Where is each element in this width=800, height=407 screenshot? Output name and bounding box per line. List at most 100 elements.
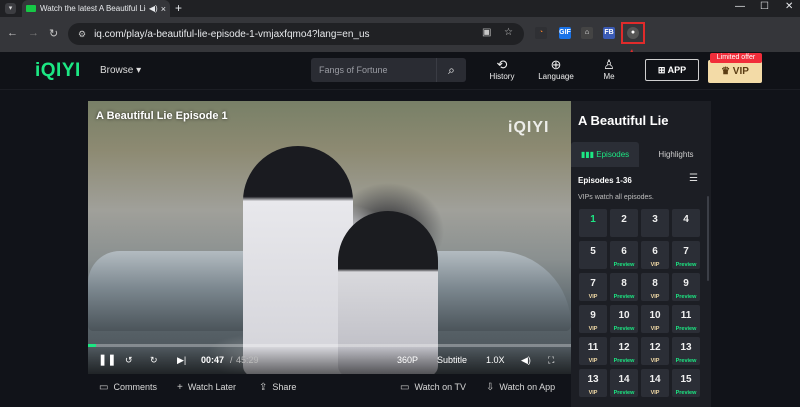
vip-badge: VIP [650,390,660,396]
episode-button-12[interactable]: 9 Preview [672,273,700,301]
new-tab-button[interactable]: + [175,1,182,15]
language-button[interactable]: ⊕ Language [537,57,575,81]
video-player[interactable]: A Beautiful Lie Episode 1 iQIYI ❚❚ ↺ ↻ ▶… [88,101,571,374]
equalizer-icon: ▮▮▮ [580,150,597,159]
list-view-icon[interactable]: ☰ [689,173,698,184]
episode-button-22[interactable]: 14 Preview [610,369,638,397]
cast-icon[interactable]: ▣ [482,27,491,38]
share-icon: ⇪ [259,382,268,393]
maximize-button[interactable]: ☐ [760,1,769,12]
extension-2-icon[interactable]: GIF [559,27,571,39]
reload-icon[interactable]: ↻ [49,27,58,40]
limited-offer-badge: Limited offer [710,53,762,63]
browser-tab[interactable]: Watch the latest A Beautiful Lie ◀) × [22,0,170,17]
episode-number: 8 [652,278,658,289]
vip-badge: VIP [588,390,598,396]
watch-on-tv-button[interactable]: ▭ Watch on TV [400,382,466,393]
tv-icon: ▭ [400,382,410,393]
episode-button-4[interactable]: 4 [672,209,700,237]
vip-badge: VIP [588,326,598,332]
episode-button-14[interactable]: 10 Preview [610,305,638,333]
episode-button-19[interactable]: 12 VIP [641,337,669,365]
video-frame-actor [243,146,353,374]
highlight-box [621,22,645,44]
episode-button-16[interactable]: 11 Preview [672,305,700,333]
download-icon: ⇩ [486,382,495,393]
next-episode-icon[interactable]: ▶| [177,355,186,366]
search-icon[interactable]: ⌕ [436,58,466,82]
episode-button-3[interactable]: 3 [641,209,669,237]
site-settings-icon[interactable]: ⚙ [78,29,86,40]
extension-3-icon[interactable]: ⌂ [581,27,593,39]
fullscreen-icon[interactable]: ⛶ [548,355,554,366]
episode-button-15[interactable]: 10 VIP [641,305,669,333]
tab-highlights[interactable]: Highlights [641,142,711,167]
tab-episodes[interactable]: ▮▮▮ Episodes [571,142,639,167]
episode-button-1[interactable]: 1 [579,209,607,237]
episode-button-6[interactable]: 6 Preview [610,241,638,269]
bookmark-star-icon[interactable]: ☆ [504,27,513,38]
speaker-icon[interactable]: ◀) [149,4,158,13]
comment-icon: ▭ [99,382,109,393]
history-button[interactable]: ⟲ History [487,57,517,81]
subtitle-button[interactable]: Subtitle [437,355,467,365]
back-arrow-icon[interactable]: ← [7,27,18,39]
episode-number: 7 [590,278,596,289]
episode-button-2[interactable]: 2 [610,209,638,237]
quality-button[interactable]: 360P [397,355,418,365]
watch-later-button[interactable]: + Watch Later [177,382,236,393]
episode-number: 12 [649,342,661,353]
episode-button-8[interactable]: 7 Preview [672,241,700,269]
iqiyi-logo[interactable]: iQIYI [35,60,81,82]
episode-list-scrollbar[interactable] [707,196,709,281]
me-button[interactable]: ♙ Me [598,57,620,81]
forward-arrow-icon[interactable]: → [28,27,39,39]
episode-button-21[interactable]: 13 VIP [579,369,607,397]
episode-button-23[interactable]: 14 VIP [641,369,669,397]
episode-button-17[interactable]: 11 VIP [579,337,607,365]
episode-button-20[interactable]: 13 Preview [672,337,700,365]
language-label: Language [538,72,574,81]
watch-on-app-button[interactable]: ⇩ Watch on App [486,382,555,393]
watch-on-tv-label: Watch on TV [414,382,466,392]
tab-search-icon[interactable]: ▾ [5,3,16,14]
vip-badge: VIP [650,358,660,364]
app-button[interactable]: ⊞ APP [645,59,699,81]
episode-title: A Beautiful Lie Episode 1 [96,110,228,122]
user-icon: ♙ [603,57,615,72]
vip-badge: VIP [588,358,598,364]
episode-button-24[interactable]: 15 Preview [672,369,700,397]
extension-4-icon[interactable]: FB [603,27,615,39]
episode-number: 12 [618,342,630,353]
address-bar[interactable]: ⚙ iq.com/play/a-beautiful-lie-episode-1-… [68,23,524,45]
vip-note: VIPs watch all episodes. [578,194,654,201]
volume-icon[interactable]: ◀) [521,355,531,366]
episode-number: 5 [590,246,596,257]
episode-number: 13 [587,374,599,385]
minimize-button[interactable]: — [735,1,745,12]
episode-button-10[interactable]: 8 Preview [610,273,638,301]
episode-button-5[interactable]: 5 [579,241,607,269]
share-button[interactable]: ⇪ Share [259,382,296,393]
comments-button[interactable]: ▭ Comments [99,382,157,393]
tab-close-icon[interactable]: × [161,4,166,14]
extension-1-icon[interactable]: ◔ [535,27,547,39]
rewind-icon[interactable]: ↺ [125,355,133,366]
share-label: Share [272,382,297,392]
speed-button[interactable]: 1.0X [486,355,505,365]
forward-icon[interactable]: ↻ [150,355,158,366]
episode-button-7[interactable]: 6 VIP [641,241,669,269]
episode-number: 11 [680,310,692,321]
episode-button-11[interactable]: 8 VIP [641,273,669,301]
preview-badge: Preview [613,358,635,364]
vip-button[interactable]: ♛ VIP [708,60,762,83]
pause-icon[interactable]: ❚❚ [98,353,116,366]
episode-button-9[interactable]: 7 VIP [579,273,607,301]
browse-menu[interactable]: Browse ▾ [100,65,141,76]
total-time: 45:29 [236,355,259,365]
episode-button-13[interactable]: 9 VIP [579,305,607,333]
player-actions-bar: ▭ Comments + Watch Later ⇪ Share ▭ Watch on … [88,374,571,402]
player-controls: ❚❚ ↺ ↻ ▶| 00:47 / 45:29 360P Subtitle 1.… [88,347,571,374]
close-window-button[interactable]: ✕ [785,1,793,12]
episode-button-18[interactable]: 12 Preview [610,337,638,365]
